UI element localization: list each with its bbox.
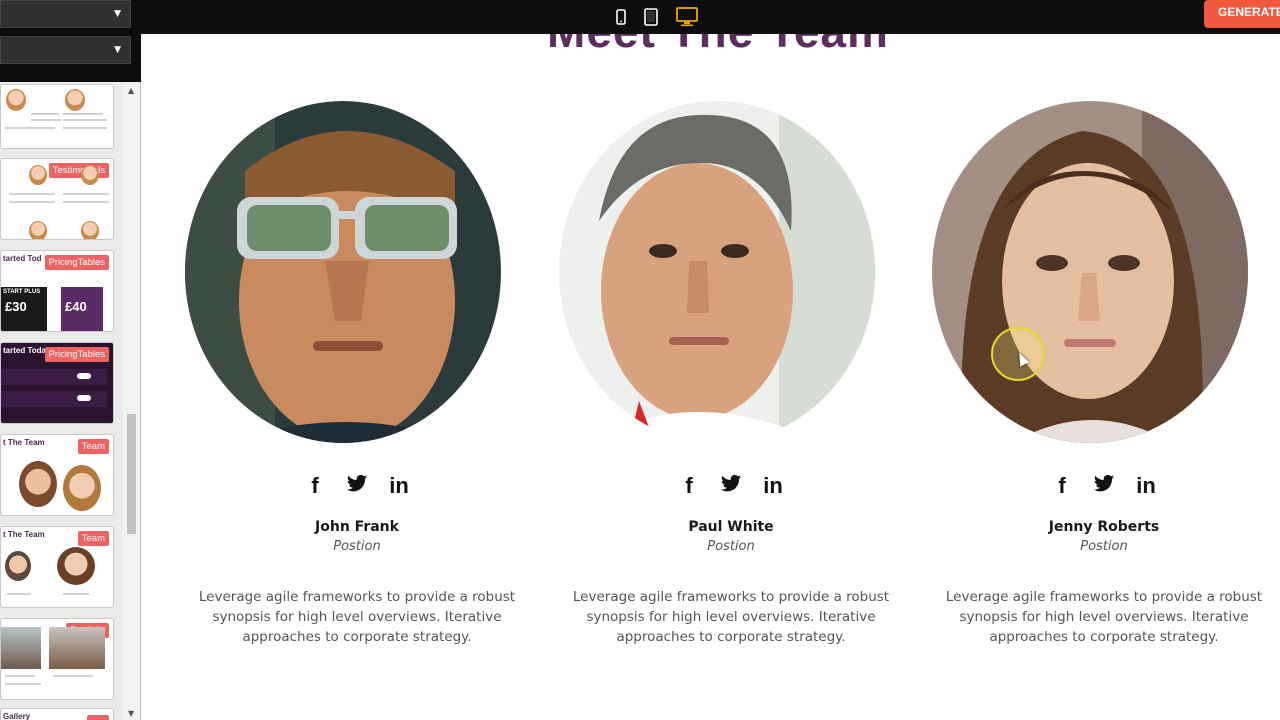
pricing-card: £40 <box>61 287 103 331</box>
avatar <box>63 465 101 511</box>
member-description[interactable]: Leverage agile frameworks to provide a r… <box>183 587 531 647</box>
avatar <box>57 547 95 585</box>
text-line <box>7 593 31 595</box>
block-badge: Team <box>77 439 109 454</box>
text-line <box>63 593 89 595</box>
block-thumbnail-team-2[interactable]: t The Team Team <box>0 526 114 608</box>
device-switcher <box>616 0 698 34</box>
price: £30 <box>5 299 27 314</box>
pricing-row <box>1 369 107 385</box>
facebook-icon[interactable]: f <box>304 474 326 499</box>
member-photo[interactable] <box>932 101 1248 443</box>
pricing-plan: START PLUS <box>3 289 41 295</box>
block-title: t The Team <box>3 530 45 539</box>
block-thumbnail-testimonials-1[interactable] <box>0 84 114 149</box>
select-dropdown-2[interactable]: ▼ <box>0 36 131 64</box>
pricing-row <box>1 391 107 407</box>
member-description[interactable]: Leverage agile frameworks to provide a r… <box>557 587 905 647</box>
blocks-sidebar: ▼ Testimonials tarted Tod PricingTables … <box>0 34 141 720</box>
generate-button[interactable]: GENERATE <box>1204 0 1280 28</box>
text-line <box>53 675 93 677</box>
text-line <box>63 113 103 115</box>
block-title: Gallery <box>3 712 31 720</box>
avatar <box>81 221 99 239</box>
member-photo[interactable] <box>185 101 501 443</box>
avatar <box>19 461 57 507</box>
text-line <box>31 113 59 115</box>
twitter-icon[interactable] <box>1093 474 1115 499</box>
page-builder: ▼ GENERATE ▼ Testimonials tarted Tod Pri… <box>0 0 1280 720</box>
text-line <box>5 675 35 677</box>
pricing-button <box>77 373 91 379</box>
scroll-down-icon[interactable]: ▼ <box>128 709 134 718</box>
text-line <box>5 127 55 129</box>
facebook-icon[interactable]: f <box>678 474 700 499</box>
social-links: f in <box>930 474 1278 499</box>
member-photo[interactable] <box>559 101 875 443</box>
block-thumbnail-gallery[interactable]: Gallery <box>0 708 114 720</box>
chevron-down-icon: ▼ <box>114 45 121 55</box>
avatar <box>5 551 31 581</box>
member-description[interactable]: Leverage agile frameworks to provide a r… <box>930 587 1278 647</box>
scrollbar-thumb[interactable] <box>127 414 136 534</box>
top-toolbar: ▼ GENERATE <box>0 0 1280 34</box>
social-links: f in <box>557 474 905 499</box>
text-line <box>63 193 109 195</box>
facebook-icon[interactable]: f <box>1051 474 1073 499</box>
portfolio-image <box>1 627 41 669</box>
block-badge <box>87 715 109 720</box>
chevron-down-icon: ▼ <box>114 9 121 19</box>
price: £40 <box>65 299 87 314</box>
twitter-icon[interactable] <box>720 474 742 499</box>
avatar <box>29 165 47 185</box>
block-thumbnail-portfolio[interactable]: Portfolio <box>0 618 114 700</box>
tablet-icon[interactable] <box>644 5 658 29</box>
text-line <box>31 119 61 121</box>
twitter-icon[interactable] <box>346 474 368 499</box>
block-badge: PricingTables <box>44 347 109 362</box>
block-thumbnail-pricing-dark[interactable]: tarted Today PricingTables <box>0 342 114 424</box>
portfolio-image <box>49 627 105 669</box>
sidebar-scrollbar[interactable]: ▲ ▼ <box>123 84 140 720</box>
member-position[interactable]: Postion <box>183 539 531 554</box>
text-line <box>63 127 107 129</box>
text-line <box>9 201 55 203</box>
text-line <box>5 683 41 685</box>
block-badge: Testimonials <box>48 163 109 178</box>
mobile-icon[interactable] <box>616 5 626 29</box>
avatar <box>6 89 26 111</box>
member-name[interactable]: Jenny Roberts <box>930 519 1278 535</box>
text-line <box>63 119 107 121</box>
text-line <box>9 193 55 195</box>
avatar <box>81 165 99 185</box>
editor-canvas: Meet The Team <box>142 34 1280 720</box>
text-line <box>63 201 109 203</box>
block-title: t The Team <box>3 438 45 447</box>
block-badge: PricingTables <box>44 255 109 270</box>
linkedin-icon[interactable]: in <box>1135 474 1157 499</box>
avatar <box>65 89 85 111</box>
pricing-card: START PLUS £30 <box>1 287 47 331</box>
block-thumbnail-testimonials[interactable]: Testimonials <box>0 158 114 240</box>
linkedin-icon[interactable]: in <box>762 474 784 499</box>
member-name[interactable]: John Frank <box>183 519 531 535</box>
block-title: tarted Today <box>3 346 51 355</box>
social-links: f in <box>183 474 531 499</box>
scroll-up-icon[interactable]: ▲ <box>128 86 134 95</box>
member-name[interactable]: Paul White <box>557 519 905 535</box>
pricing-button <box>77 395 91 401</box>
block-thumbnail-team[interactable]: t The Team Team <box>0 434 114 516</box>
member-position[interactable]: Postion <box>930 539 1278 554</box>
block-thumbnail-pricing[interactable]: tarted Tod PricingTables START PLUS £30 … <box>0 250 114 332</box>
select-dropdown-1[interactable]: ▼ <box>0 0 131 28</box>
linkedin-icon[interactable]: in <box>388 474 410 499</box>
desktop-icon[interactable] <box>676 5 698 29</box>
avatar <box>29 221 47 239</box>
block-badge: Team <box>77 531 109 546</box>
section-heading[interactable]: Meet The Team <box>547 34 889 58</box>
block-title: tarted Tod <box>3 254 42 263</box>
member-position[interactable]: Postion <box>557 539 905 554</box>
